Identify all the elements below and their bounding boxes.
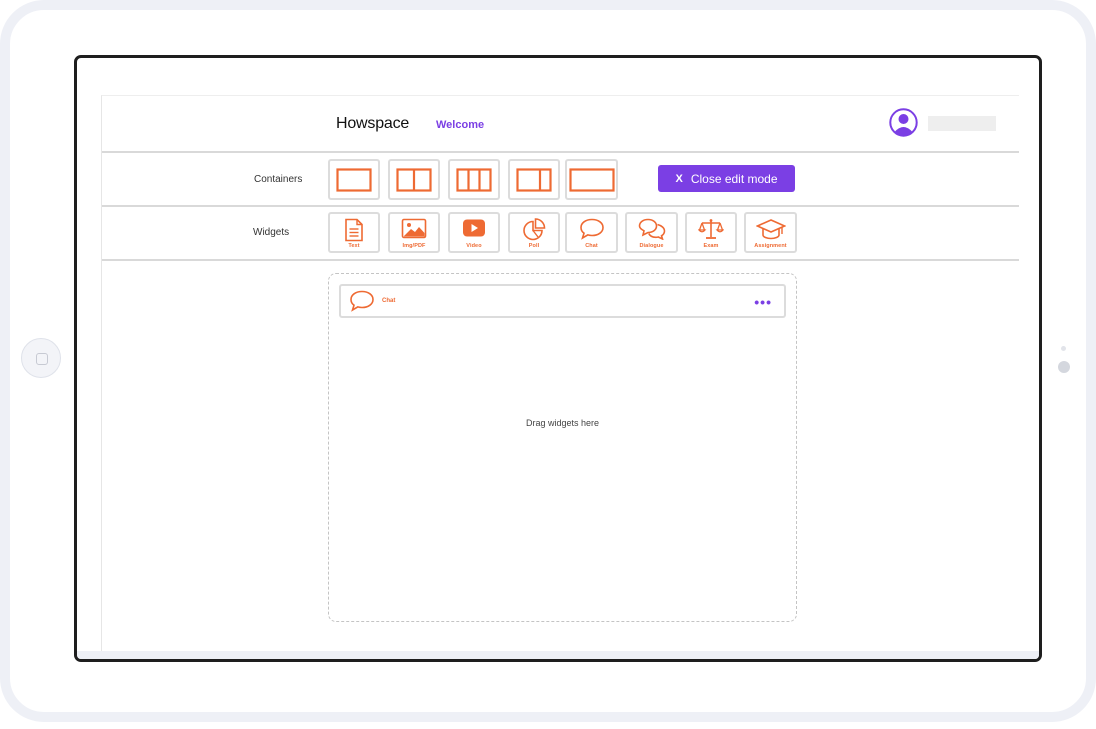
widget-label: Poll — [528, 243, 540, 249]
home-button[interactable] — [21, 338, 61, 378]
app-window: Howspace Welcome Containers X Close edit… — [101, 95, 1019, 659]
close-edit-mode-button[interactable]: X Close edit mode — [658, 165, 795, 192]
widget-label: Dialogue — [639, 243, 664, 249]
widgets-label: Widgets — [253, 227, 290, 238]
single-column-layout-icon — [336, 167, 372, 192]
username-placeholder[interactable] — [928, 116, 996, 131]
play-icon — [463, 219, 485, 237]
drop-hint: Drag widgets here — [525, 418, 600, 428]
sensor-dot — [1061, 346, 1066, 351]
widget-dropzone[interactable]: Chat ••• Drag widgets here — [328, 273, 797, 622]
container-two-columns[interactable] — [388, 159, 440, 200]
widget-label: Video — [466, 243, 482, 249]
speech-bubble-icon — [350, 290, 374, 312]
widget-dialogue[interactable]: Dialogue — [625, 212, 678, 253]
close-edit-mode-label: Close edit mode — [690, 171, 778, 186]
chat-widget-card[interactable]: Chat ••• — [339, 284, 786, 318]
container-wide-left[interactable] — [508, 159, 560, 200]
image-icon — [401, 218, 427, 239]
widget-text[interactable]: Text — [328, 212, 380, 253]
app-header: Howspace Welcome — [102, 96, 1019, 153]
widget-label: Exam — [703, 243, 719, 249]
document-icon — [345, 218, 363, 242]
container-three-columns[interactable] — [448, 159, 500, 200]
two-column-layout-icon — [396, 167, 432, 192]
widgets-row: Widgets Text Img/PDF Video Poll Chat Dia… — [102, 207, 1019, 261]
page-title[interactable]: Welcome — [436, 119, 484, 131]
containers-row: Containers X Close edit mode — [102, 153, 1019, 207]
widget-poll[interactable]: Poll — [508, 212, 560, 253]
widget-assignment[interactable]: Assignment — [744, 212, 797, 253]
full-width-layout-icon — [568, 167, 615, 192]
speech-bubble-icon — [579, 218, 604, 240]
widget-chat[interactable]: Chat — [565, 212, 618, 253]
tablet-screen: Howspace Welcome Containers X Close edit… — [74, 55, 1042, 662]
widget-label: Chat — [585, 243, 598, 249]
containers-label: Containers — [254, 174, 303, 185]
container-full-width[interactable] — [565, 159, 618, 200]
screen-bottom-strip — [77, 651, 1039, 659]
pie-chart-icon — [523, 218, 546, 241]
graduation-cap-icon — [755, 219, 786, 240]
three-column-layout-icon — [456, 167, 492, 192]
widget-label: Text — [348, 243, 360, 249]
dialogue-bubbles-icon — [638, 218, 665, 240]
chat-widget-label: Chat — [382, 298, 396, 304]
camera-icon — [1058, 361, 1070, 373]
howspace-logo[interactable]: Howspace — [336, 115, 409, 133]
widget-label: Assignment — [754, 243, 787, 249]
widget-exam[interactable]: Exam — [685, 212, 737, 253]
more-options-icon[interactable]: ••• — [754, 294, 772, 310]
user-avatar-icon[interactable] — [889, 108, 918, 137]
widget-label: Img/PDF — [402, 243, 426, 249]
wide-left-layout-icon — [516, 167, 552, 192]
widget-video[interactable]: Video — [448, 212, 500, 253]
scales-icon — [698, 219, 724, 239]
close-icon: X — [675, 172, 683, 185]
home-square-icon — [36, 353, 48, 365]
widget-img-pdf[interactable]: Img/PDF — [388, 212, 440, 253]
container-single-column[interactable] — [328, 159, 380, 200]
